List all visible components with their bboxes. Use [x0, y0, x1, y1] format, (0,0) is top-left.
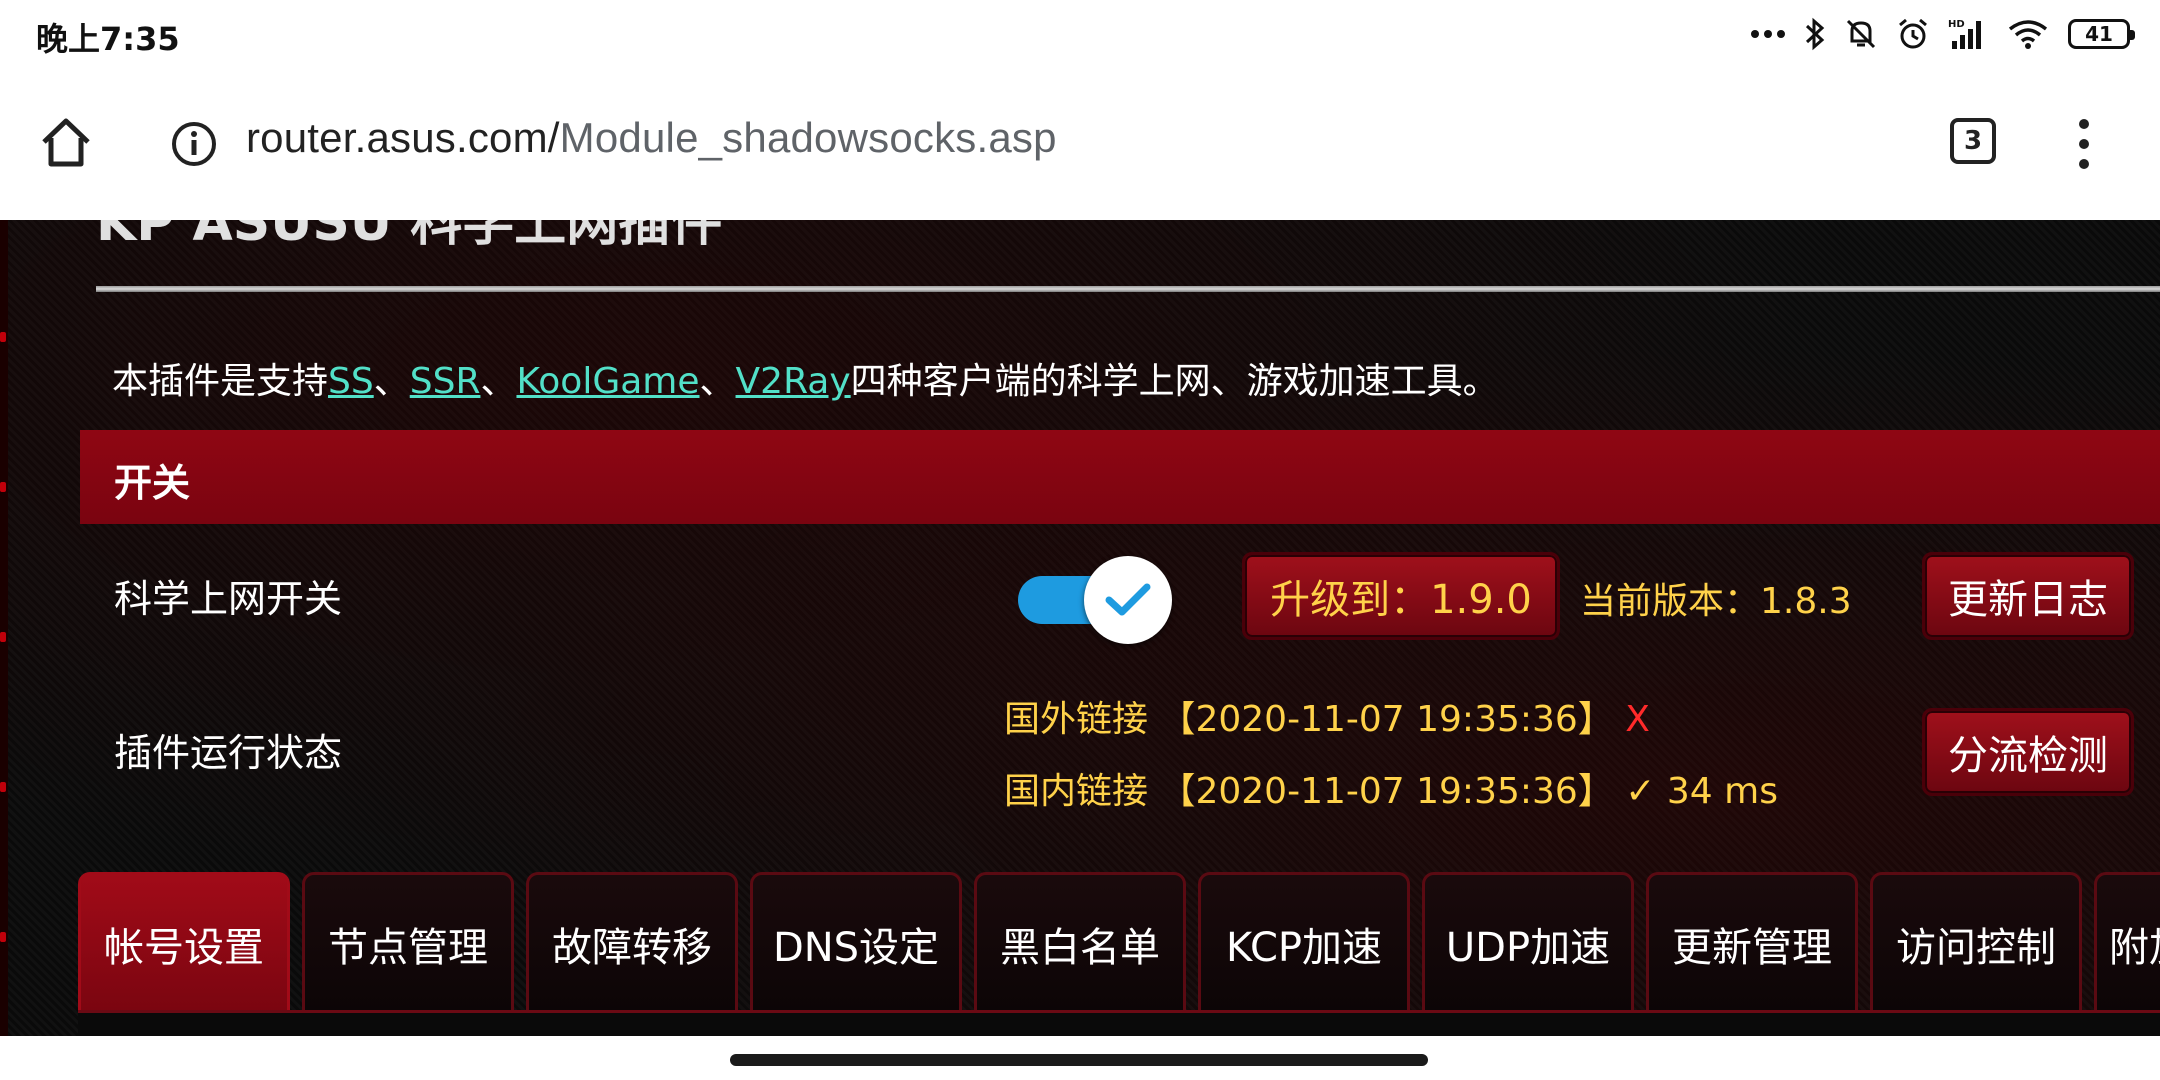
router-page: KP ASUSU 科学上网插件 本插件是支持SS、SSR、KoolGame、V2…: [0, 220, 2160, 1036]
menu-dots-icon[interactable]: [2066, 116, 2102, 172]
foreign-link-status: 国外链接 【2020-11-07 19:35:36】 X: [1004, 690, 1650, 742]
intro-text: 本插件是支持: [112, 361, 329, 402]
info-icon[interactable]: [170, 120, 218, 168]
more-dots-icon: [1751, 30, 1785, 38]
tab-black-white-list[interactable]: 黑白名单: [974, 872, 1186, 1012]
current-version: 当前版本：1.8.3: [1580, 581, 1852, 622]
tab-udp-acceleration[interactable]: UDP加速: [1422, 872, 1634, 1012]
tab-access-control[interactable]: 访问控制: [1870, 872, 2082, 1012]
status-bar: 晚上7:35 HD 41: [0, 0, 2160, 68]
tab-node-management[interactable]: 节点管理: [302, 872, 514, 1012]
domestic-link-status: 国内链接 【2020-11-07 19:35:36】 ✓ 34 ms: [1004, 762, 1778, 814]
tab-account-settings[interactable]: 帐号设置: [78, 872, 290, 1012]
split-detect-button[interactable]: 分流检测: [1922, 708, 2134, 796]
tab-additional[interactable]: 附加: [2094, 872, 2160, 1012]
intro-text: 四种客户端的科学上网、游戏加速工具。: [850, 361, 1499, 402]
address-bar[interactable]: router.asus.com/Module_shadowsocks.asp: [246, 114, 1057, 162]
domestic-link-label: 国内链接: [1004, 771, 1149, 812]
home-gesture-handle[interactable]: [730, 1054, 1428, 1066]
tab-content-area: [78, 1010, 2160, 1036]
changelog-button[interactable]: 更新日志: [1922, 552, 2134, 640]
domestic-link-time: 【2020-11-07 19:35:36】: [1159, 771, 1614, 812]
link-koolgame[interactable]: KoolGame: [516, 361, 699, 402]
tab-dns-settings[interactable]: DNS设定: [750, 872, 962, 1012]
proxy-toggle[interactable]: [1018, 556, 1172, 644]
link-ssr[interactable]: SSR: [410, 361, 481, 402]
mute-icon: [1846, 19, 1876, 49]
upgrade-button[interactable]: 升级到：1.9.0: [1242, 552, 1560, 640]
navigation-gesture-area: [0, 1036, 2160, 1080]
switch-row-label: 科学上网开关: [114, 577, 343, 621]
status-row-label: 插件运行状态: [114, 731, 343, 775]
page-title: KP ASUSU 科学上网插件: [96, 220, 723, 253]
wifi-icon: [2008, 20, 2048, 49]
link-ss[interactable]: SS: [328, 361, 374, 402]
bluetooth-icon: [1805, 17, 1825, 51]
hd-signal-icon: HD: [1948, 19, 1981, 49]
svg-text:HD: HD: [1948, 19, 1965, 30]
intro-sep: 、: [699, 361, 736, 402]
domestic-link-result: ✓ 34 ms: [1625, 771, 1778, 812]
toggle-knob: [1084, 556, 1172, 644]
tab-count: 3: [1963, 126, 1983, 156]
status-icons: HD 41: [1750, 10, 2135, 58]
url-path: Module_shadowsocks.asp: [559, 114, 1057, 161]
left-edge-decoration: [0, 220, 8, 1036]
intro-sep: 、: [480, 361, 517, 402]
title-divider: [96, 286, 2160, 292]
url-host: router.asus.com/: [246, 114, 560, 161]
plugin-intro: 本插件是支持SS、SSR、KoolGame、V2Ray四种客户端的科学上网、游戏…: [112, 352, 1499, 404]
link-v2ray[interactable]: V2Ray: [736, 361, 851, 402]
home-icon[interactable]: [36, 112, 96, 172]
alarm-icon: [1899, 18, 1927, 49]
battery-level: 41: [2085, 22, 2113, 46]
foreign-link-label: 国外链接: [1004, 699, 1149, 740]
tab-switcher-button[interactable]: 3: [1950, 118, 1996, 164]
battery-icon: 41: [2068, 19, 2135, 49]
tab-failover[interactable]: 故障转移: [526, 872, 738, 1012]
intro-sep: 、: [373, 361, 410, 402]
tab-kcp-acceleration[interactable]: KCP加速: [1198, 872, 1410, 1012]
status-time: 晚上7:35: [36, 20, 180, 58]
checkmark-icon: [1105, 583, 1151, 616]
browser-toolbar: router.asus.com/Module_shadowsocks.asp 3: [0, 68, 2160, 220]
section-header-switch: 开关: [80, 430, 2160, 524]
section-header-title: 开关: [114, 461, 191, 505]
tab-update-management[interactable]: 更新管理: [1646, 872, 1858, 1012]
foreign-link-result: X: [1625, 699, 1650, 740]
foreign-link-time: 【2020-11-07 19:35:36】: [1159, 699, 1614, 740]
